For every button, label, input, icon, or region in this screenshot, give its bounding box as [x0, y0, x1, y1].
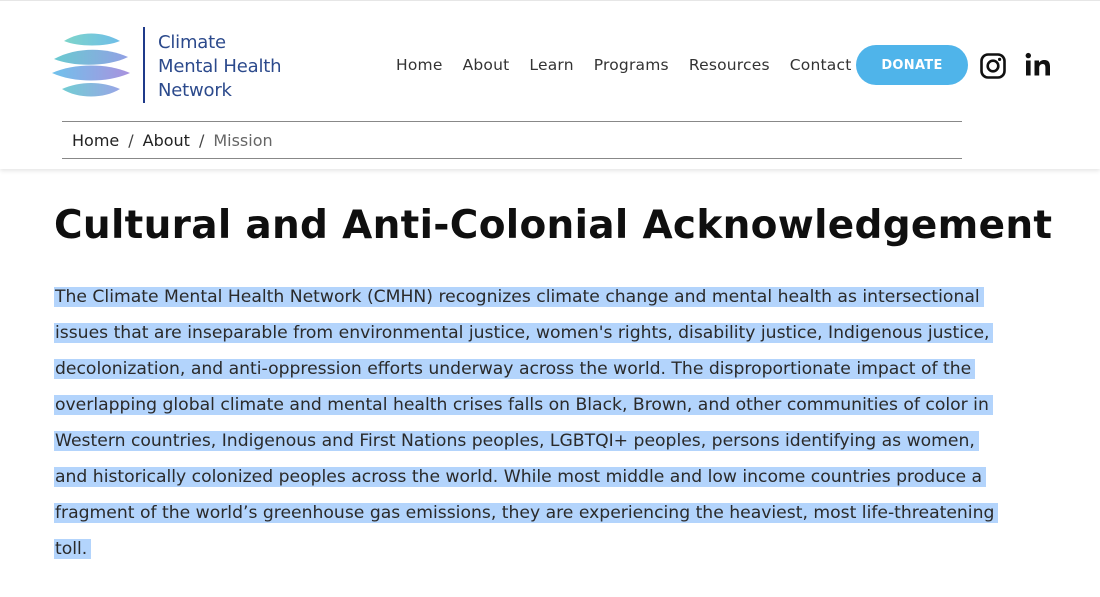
breadcrumb-home[interactable]: Home — [72, 131, 119, 150]
paragraph-line: toll. — [54, 531, 1044, 567]
logo-line: Climate — [158, 32, 226, 53]
nav-programs[interactable]: Programs — [594, 56, 669, 74]
breadcrumb-current: Mission — [213, 130, 273, 150]
nav-learn[interactable]: Learn — [529, 56, 573, 74]
logo-wordmark: Climate Mental Health Network — [158, 31, 298, 103]
nav-home[interactable]: Home — [396, 56, 443, 74]
breadcrumb-separator: / — [128, 130, 134, 150]
paragraph-line: issues that are inseparable from environ… — [54, 315, 1044, 351]
logo-line: Network — [158, 80, 232, 101]
wave-sphere-logo-icon — [52, 33, 130, 97]
instagram-icon[interactable] — [980, 53, 1006, 79]
logo-divider — [143, 27, 145, 103]
paragraph-line: overlapping global climate and mental he… — [54, 387, 1044, 423]
paragraph-line: decolonization, and anti-oppression effo… — [54, 351, 1044, 387]
paragraph-line: The Climate Mental Health Network (CMHN)… — [54, 279, 1044, 315]
breadcrumb-bottom-rule — [62, 158, 962, 159]
linkedin-icon[interactable] — [1024, 51, 1052, 79]
paragraph-line: fragment of the world’s greenhouse gas e… — [54, 495, 1044, 531]
page-title: Cultural and Anti-Colonial Acknowledgeme… — [54, 203, 1053, 248]
site-header: Climate Mental Health Network Home About… — [0, 0, 1100, 169]
breadcrumb-about[interactable]: About — [143, 131, 190, 150]
nav-about[interactable]: About — [463, 56, 510, 74]
paragraph-line: Western countries, Indigenous and First … — [54, 423, 1044, 459]
acknowledgement-paragraph[interactable]: The Climate Mental Health Network (CMHN)… — [54, 279, 1044, 567]
breadcrumb-top-rule — [62, 121, 962, 122]
breadcrumb-separator: / — [198, 130, 205, 150]
site-logo[interactable]: Climate Mental Health Network — [50, 25, 290, 107]
donate-button[interactable]: DONATE — [856, 45, 968, 85]
main-nav: Home About Learn Programs Resources Cont… — [396, 51, 872, 79]
nav-contact[interactable]: Contact — [790, 56, 852, 74]
logo-line: Mental Health — [158, 56, 282, 77]
paragraph-line: and historically colonized peoples acros… — [54, 459, 1044, 495]
breadcrumb: Home / About / Mission — [72, 129, 273, 151]
nav-resources[interactable]: Resources — [689, 56, 770, 74]
